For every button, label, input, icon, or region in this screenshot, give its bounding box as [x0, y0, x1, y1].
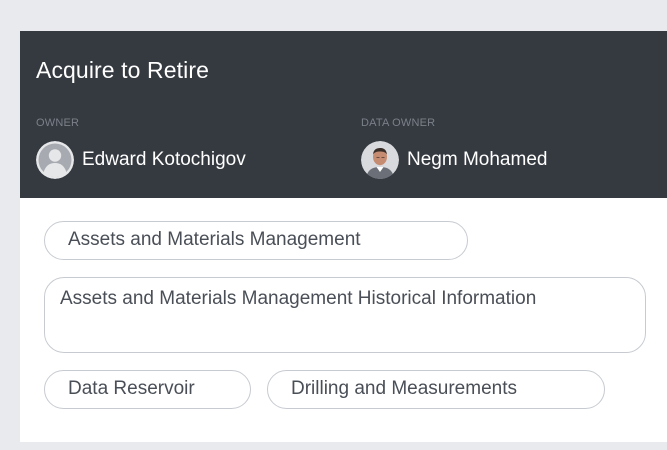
- card-header: Acquire to Retire OWNER Edward Kotochigo…: [20, 31, 667, 198]
- data-owner-name: Negm Mohamed: [407, 149, 548, 170]
- owner-person[interactable]: Edward Kotochigov: [36, 141, 246, 179]
- owner-label: OWNER: [36, 117, 80, 129]
- tag-chip[interactable]: Assets and Materials Management Historic…: [44, 277, 646, 353]
- default-user-avatar-icon: [36, 141, 74, 179]
- card-title[interactable]: Acquire to Retire: [36, 57, 209, 84]
- data-owner-section: DATA OWNER Negm Mohamed: [361, 117, 547, 179]
- data-owner-person[interactable]: Negm Mohamed: [361, 141, 547, 179]
- tag-chip[interactable]: Drilling and Measurements: [267, 370, 605, 409]
- user-photo-avatar: [361, 141, 399, 179]
- owner-name: Edward Kotochigov: [82, 149, 246, 170]
- owner-section: OWNER Edward Kotochigov: [36, 117, 246, 179]
- business-process-card: Acquire to Retire OWNER Edward Kotochigo…: [20, 31, 667, 442]
- tag-chip[interactable]: Assets and Materials Management: [44, 221, 468, 260]
- data-owner-label: DATA OWNER: [361, 117, 436, 129]
- tag-chip[interactable]: Data Reservoir: [44, 370, 251, 409]
